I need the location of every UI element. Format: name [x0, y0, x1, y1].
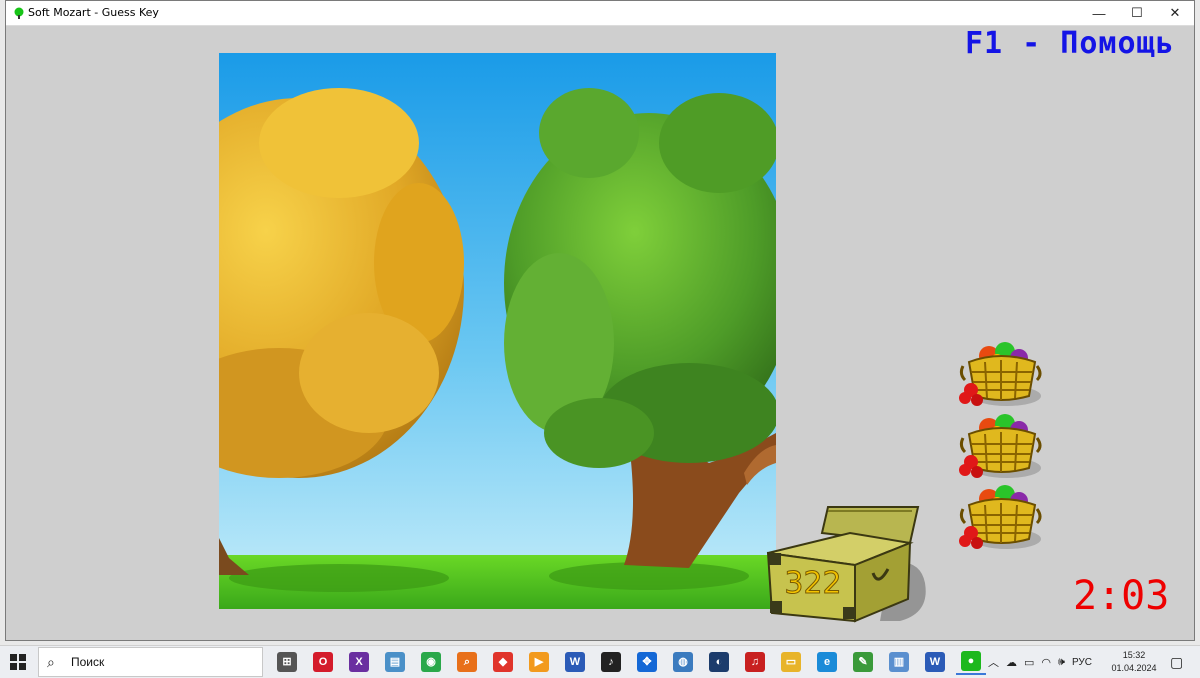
taskbar-app-word[interactable]: W	[560, 649, 590, 675]
taskbar-app-music-app[interactable]: ♫	[740, 649, 770, 675]
taskbar-app-globe-app[interactable]: ◍	[668, 649, 698, 675]
title-bar[interactable]: Soft Mozart - Guess Key — ☐ ✕	[6, 1, 1194, 26]
word-icon: W	[565, 652, 585, 672]
fruit-basket-icon	[959, 342, 1042, 406]
system-tray: ︿ ☁ ▭ ◠ 🕪 РУС	[988, 646, 1092, 678]
treasure-chest	[766, 506, 926, 623]
minimize-button[interactable]: —	[1080, 1, 1118, 25]
globe-app-icon: ◍	[673, 652, 693, 672]
paint-icon: ✎	[853, 652, 873, 672]
windows-logo-icon	[10, 654, 26, 670]
taskbar-app-media-player[interactable]: ▶	[524, 649, 554, 675]
start-button[interactable]	[0, 646, 36, 678]
wifi-icon[interactable]: ◠	[1041, 656, 1051, 669]
notes-icon: ▤	[385, 652, 405, 672]
edge-icon: e	[817, 652, 837, 672]
battery-icon[interactable]: ▭	[1024, 656, 1034, 669]
chevron-up-icon[interactable]: ︿	[988, 654, 999, 670]
task-view-icon: ⊞	[277, 652, 297, 672]
taskbar-app-edge[interactable]: e	[812, 649, 842, 675]
word-doc-icon: W	[925, 652, 945, 672]
taskbar-app-notepad[interactable]: ▥	[884, 649, 914, 675]
taskbar-app-xmind[interactable]: X	[344, 649, 374, 675]
maximize-button[interactable]: ☐	[1118, 1, 1156, 25]
taskbar-app-file-explorer[interactable]: ▭	[776, 649, 806, 675]
system-clock[interactable]: 15:32 01.04.2024	[1108, 649, 1160, 675]
taskbar-search[interactable]: ⌕ Поиск	[38, 647, 263, 677]
xmind-icon: X	[349, 652, 369, 672]
notepad-icon: ▥	[889, 652, 909, 672]
soft-mozart-icon: ●	[961, 651, 981, 671]
taskbar-app-search-tool[interactable]: ⌕	[452, 649, 482, 675]
search-tool-icon: ⌕	[457, 652, 477, 672]
search-placeholder: Поиск	[71, 655, 105, 669]
monitor-app-icon: ◐	[709, 652, 729, 672]
clock-date: 01.04.2024	[1111, 663, 1157, 673]
media-player-icon: ▶	[529, 652, 549, 672]
taskbar-app-task-view[interactable]: ⊞	[272, 649, 302, 675]
taskbar-app-opera[interactable]: O	[308, 649, 338, 675]
taskbar: ⌕ Поиск ⊞ O X ▤ ◉ ⌕ ◆ ▶ W ♪ ✥ ◍ ◐ ♫ ▭ e ✎ ▥ W ● ︿ ☁ ▭ ◠ 🕪 Р…	[0, 645, 1200, 678]
taskbar-app-chrome[interactable]: ◉	[416, 649, 446, 675]
chest-count: 322	[784, 566, 842, 602]
dropbox-icon: ✥	[637, 652, 657, 672]
game-scene[interactable]	[219, 53, 776, 609]
taskbar-app-notes[interactable]: ▤	[380, 649, 410, 675]
notification-icon[interactable]: ▢	[1170, 654, 1183, 671]
piano-app-icon: ♪	[601, 652, 621, 672]
music-app-icon: ♫	[745, 652, 765, 672]
search-icon: ⌕	[47, 654, 55, 670]
language-indicator[interactable]: РУС	[1072, 657, 1092, 668]
game-timer: 2:03	[1073, 573, 1170, 619]
taskbar-app-anydesk[interactable]: ◆	[488, 649, 518, 675]
taskbar-app-monitor-app[interactable]: ◐	[704, 649, 734, 675]
window-title: Soft Mozart - Guess Key	[28, 6, 159, 19]
green-tree-foliage	[504, 88, 776, 468]
help-hint: F1 - Помощь	[965, 26, 1175, 61]
file-explorer-icon: ▭	[781, 652, 801, 672]
soft-mozart-icon	[14, 7, 24, 19]
taskbar-app-soft-mozart[interactable]: ●	[956, 649, 986, 675]
opera-icon: O	[313, 652, 333, 672]
clock-time: 15:32	[1122, 650, 1146, 660]
taskbar-app-word-doc[interactable]: W	[920, 649, 950, 675]
volume-icon[interactable]: 🕪	[1058, 656, 1065, 669]
close-button[interactable]: ✕	[1156, 1, 1194, 25]
taskbar-apps: ⊞ O X ▤ ◉ ⌕ ◆ ▶ W ♪ ✥ ◍ ◐ ♫ ▭ e ✎ ▥ W ●	[272, 649, 986, 675]
taskbar-app-dropbox[interactable]: ✥	[632, 649, 662, 675]
cloud-icon[interactable]: ☁	[1006, 656, 1017, 669]
taskbar-app-piano-app[interactable]: ♪	[596, 649, 626, 675]
fruit-basket-icon	[959, 485, 1042, 549]
chrome-icon: ◉	[421, 652, 441, 672]
taskbar-app-paint[interactable]: ✎	[848, 649, 878, 675]
fruit-basket-icon	[959, 414, 1042, 478]
anydesk-icon: ◆	[493, 652, 513, 672]
